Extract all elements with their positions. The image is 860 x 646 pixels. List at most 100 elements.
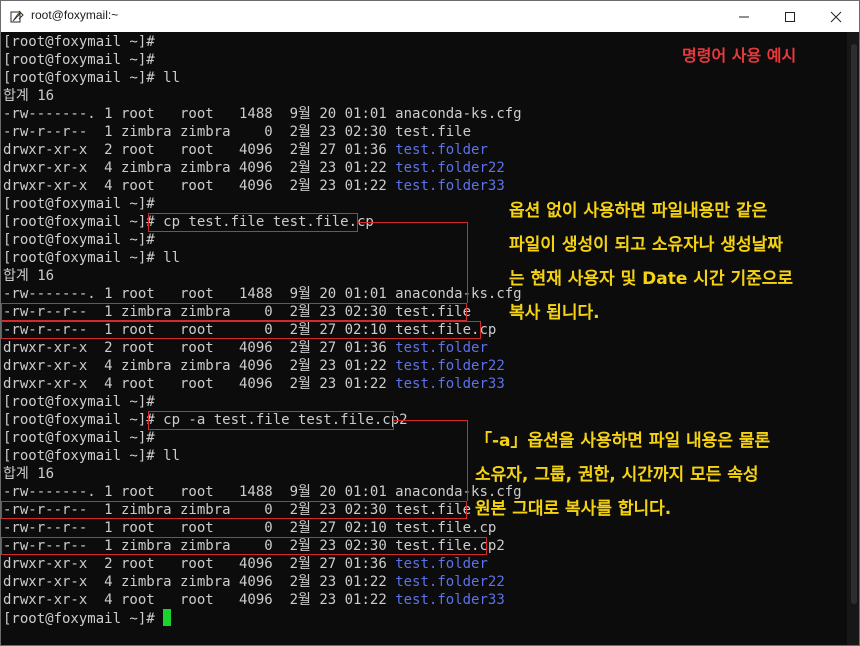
terminal-text: [root@foxymail ~]# ll bbox=[3, 70, 181, 86]
terminal-line: [root@foxymail ~]# bbox=[3, 33, 522, 51]
terminal-line: drwxr-xr-x 2 root root 4096 2월 27 01:36 … bbox=[3, 141, 522, 159]
terminal-text: [root@foxymail ~]# bbox=[3, 34, 155, 50]
terminal-line: drwxr-xr-x 2 root root 4096 2월 27 01:36 … bbox=[3, 339, 522, 357]
connector-cp bbox=[357, 222, 467, 223]
annotation-line: 소유자, 그룹, 권한, 시간까지 모든 속성 bbox=[475, 465, 759, 485]
directory-name: test.folder22 bbox=[395, 358, 505, 374]
connector-cp-a bbox=[393, 420, 467, 421]
terminal-line: -rw-r--r-- 1 zimbra zimbra 0 2월 23 02:30… bbox=[3, 123, 522, 141]
terminal-line: [root@foxymail ~]# ll bbox=[3, 447, 522, 465]
terminal-text: -rw-r--r-- 1 zimbra zimbra 0 2월 23 02:30… bbox=[3, 502, 472, 518]
annotation-line: 는 현재 사용자 및 Date 시간 기준으로 bbox=[509, 269, 794, 289]
terminal-text: [root@foxymail ~]# bbox=[3, 52, 155, 68]
annotation-line: 파일이 생성이 되고 소유자나 생성날짜 bbox=[509, 235, 783, 255]
annotation-cp-note: 옵션 없이 사용하면 파일내용만 같은 파일이 생성이 되고 소유자나 생성날짜… bbox=[509, 194, 793, 330]
connector-cp-vertical bbox=[467, 222, 468, 303]
terminal-line: -rw-------. 1 root root 1488 9월 20 01:01… bbox=[3, 105, 522, 123]
terminal-text: -rw-------. 1 root root 1488 9월 20 01:01… bbox=[3, 286, 522, 302]
terminal-text: 합계 16 bbox=[3, 268, 55, 284]
terminal-text: drwxr-xr-x 4 zimbra zimbra 4096 2월 23 01… bbox=[3, 160, 396, 176]
terminal-line: drwxr-xr-x 4 root root 4096 2월 23 01:22 … bbox=[3, 177, 522, 195]
vertical-scrollbar[interactable] bbox=[847, 32, 859, 645]
terminal-line: drwxr-xr-x 4 root root 4096 2월 23 01:22 … bbox=[3, 591, 522, 609]
terminal-text: -rw-r--r-- 1 root root 0 2월 27 02:10 tes… bbox=[3, 520, 497, 536]
terminal-text: [root@foxymail ~]# bbox=[3, 196, 155, 212]
scrollbar-thumb[interactable] bbox=[851, 44, 857, 604]
terminal-line: drwxr-xr-x 4 root root 4096 2월 23 01:22 … bbox=[3, 375, 522, 393]
terminal-text: drwxr-xr-x 2 root root 4096 2월 27 01:36 bbox=[3, 142, 396, 158]
terminal-line: [root@foxymail ~]# bbox=[3, 393, 522, 411]
terminal-line: -rw-------. 1 root root 1488 9월 20 01:01… bbox=[3, 285, 522, 303]
directory-name: test.folder33 bbox=[395, 376, 505, 392]
terminal-text: [root@foxymail ~]# bbox=[3, 430, 155, 446]
directory-name: test.folder bbox=[395, 340, 488, 356]
terminal-line: -rw-r--r-- 1 zimbra zimbra 0 2월 23 02:30… bbox=[3, 537, 522, 555]
directory-name: test.folder22 bbox=[395, 574, 505, 590]
minimize-button[interactable] bbox=[721, 1, 767, 32]
terminal-lines: [root@foxymail ~]# [root@foxymail ~]# [roo… bbox=[3, 33, 522, 627]
terminal-text: [root@foxymail ~]# ll bbox=[3, 448, 181, 464]
terminal-text: drwxr-xr-x 4 root root 4096 2월 23 01:22 bbox=[3, 592, 396, 608]
terminal-text: [root@foxymail ~]# ll bbox=[3, 250, 181, 266]
terminal-text: drwxr-xr-x 4 zimbra zimbra 4096 2월 23 01… bbox=[3, 574, 396, 590]
annotation-line: 원본 그대로 복사를 합니다. bbox=[475, 499, 672, 519]
annotation-line: 복사 됩니다. bbox=[509, 303, 600, 323]
annotation-cp-a-note: 「-a」옵션을 사용하면 파일 내용은 물론 소유자, 그룹, 권한, 시간까지… bbox=[475, 424, 770, 526]
terminal-line: 합계 16 bbox=[3, 267, 522, 285]
terminal-line: drwxr-xr-x 4 zimbra zimbra 4096 2월 23 01… bbox=[3, 357, 522, 375]
terminal-line: drwxr-xr-x 4 zimbra zimbra 4096 2월 23 01… bbox=[3, 159, 522, 177]
terminal-line: -rw-r--r-- 1 zimbra zimbra 0 2월 23 02:30… bbox=[3, 303, 522, 321]
terminal-text: [root@foxymail ~]# bbox=[3, 611, 164, 627]
terminal-output-area[interactable]: [root@foxymail ~]# [root@foxymail ~]# [roo… bbox=[1, 32, 859, 645]
terminal-line: -rw-r--r-- 1 root root 0 2월 27 02:10 tes… bbox=[3, 519, 522, 537]
terminal-app-icon bbox=[10, 9, 24, 23]
terminal-line: -rw-r--r-- 1 zimbra zimbra 0 2월 23 02:30… bbox=[3, 501, 522, 519]
maximize-button[interactable] bbox=[767, 1, 813, 32]
terminal-text: drwxr-xr-x 4 root root 4096 2월 23 01:22 bbox=[3, 376, 396, 392]
terminal-line: [root@foxymail ~]# bbox=[3, 609, 522, 627]
annotation-line: 옵션 없이 사용하면 파일내용만 같은 bbox=[509, 201, 768, 221]
text-cursor bbox=[163, 609, 172, 626]
terminal-text: 합계 16 bbox=[3, 466, 55, 482]
terminal-line: drwxr-xr-x 4 zimbra zimbra 4096 2월 23 01… bbox=[3, 573, 522, 591]
terminal-window: root@foxymail:~ [root@foxymail ~]# [root@… bbox=[0, 0, 860, 646]
terminal-text: -rw-r--r-- 1 zimbra zimbra 0 2월 23 02:30… bbox=[3, 538, 505, 554]
terminal-text: -rw-r--r-- 1 zimbra zimbra 0 2월 23 02:30… bbox=[3, 124, 472, 140]
directory-name: test.folder33 bbox=[395, 178, 505, 194]
terminal-text: [root@foxymail ~]# bbox=[3, 394, 155, 410]
terminal-line: [root@foxymail ~]# bbox=[3, 231, 522, 249]
terminal-text: -rw-r--r-- 1 root root 0 2월 27 02:10 tes… bbox=[3, 322, 497, 338]
example-caption: 명령어 사용 예시 bbox=[682, 46, 797, 65]
terminal-line: [root@foxymail ~]# ll bbox=[3, 249, 522, 267]
terminal-text: 합계 16 bbox=[3, 88, 55, 104]
directory-name: test.folder33 bbox=[395, 592, 505, 608]
terminal-text: drwxr-xr-x 2 root root 4096 2월 27 01:36 bbox=[3, 556, 396, 572]
window-title: root@foxymail:~ bbox=[31, 8, 119, 22]
connector-cp-a-vertical bbox=[467, 420, 468, 501]
terminal-text: drwxr-xr-x 4 root root 4096 2월 23 01:22 bbox=[3, 178, 396, 194]
close-icon bbox=[830, 11, 842, 23]
close-button[interactable] bbox=[813, 1, 859, 32]
terminal-line: drwxr-xr-x 2 root root 4096 2월 27 01:36 … bbox=[3, 555, 522, 573]
annotation-line: 「-a」옵션을 사용하면 파일 내용은 물론 bbox=[475, 431, 771, 451]
terminal-text: -rw-------. 1 root root 1488 9월 20 01:01… bbox=[3, 484, 522, 500]
directory-name: test.folder bbox=[395, 556, 488, 572]
terminal-text: [root@foxymail ~]# cp -a test.file test.… bbox=[3, 412, 408, 428]
maximize-icon bbox=[785, 12, 795, 22]
terminal-text: drwxr-xr-x 4 zimbra zimbra 4096 2월 23 01… bbox=[3, 358, 396, 374]
terminal-line: [root@foxymail ~]# bbox=[3, 195, 522, 213]
terminal-text: [root@foxymail ~]# bbox=[3, 232, 155, 248]
terminal-line: [root@foxymail ~]# ll bbox=[3, 69, 522, 87]
terminal-text: drwxr-xr-x 2 root root 4096 2월 27 01:36 bbox=[3, 340, 396, 356]
terminal-text: [root@foxymail ~]# cp test.file test.fil… bbox=[3, 214, 374, 230]
terminal-line: [root@foxymail ~]# bbox=[3, 429, 522, 447]
title-bar[interactable]: root@foxymail:~ bbox=[1, 1, 859, 32]
minimize-icon bbox=[739, 16, 749, 18]
directory-name: test.folder22 bbox=[395, 160, 505, 176]
terminal-line: 합계 16 bbox=[3, 465, 522, 483]
terminal-line: -rw-r--r-- 1 root root 0 2월 27 02:10 tes… bbox=[3, 321, 522, 339]
terminal-text: -rw-r--r-- 1 zimbra zimbra 0 2월 23 02:30… bbox=[3, 304, 472, 320]
directory-name: test.folder bbox=[395, 142, 488, 158]
terminal-line: 합계 16 bbox=[3, 87, 522, 105]
terminal-line: [root@foxymail ~]# bbox=[3, 51, 522, 69]
